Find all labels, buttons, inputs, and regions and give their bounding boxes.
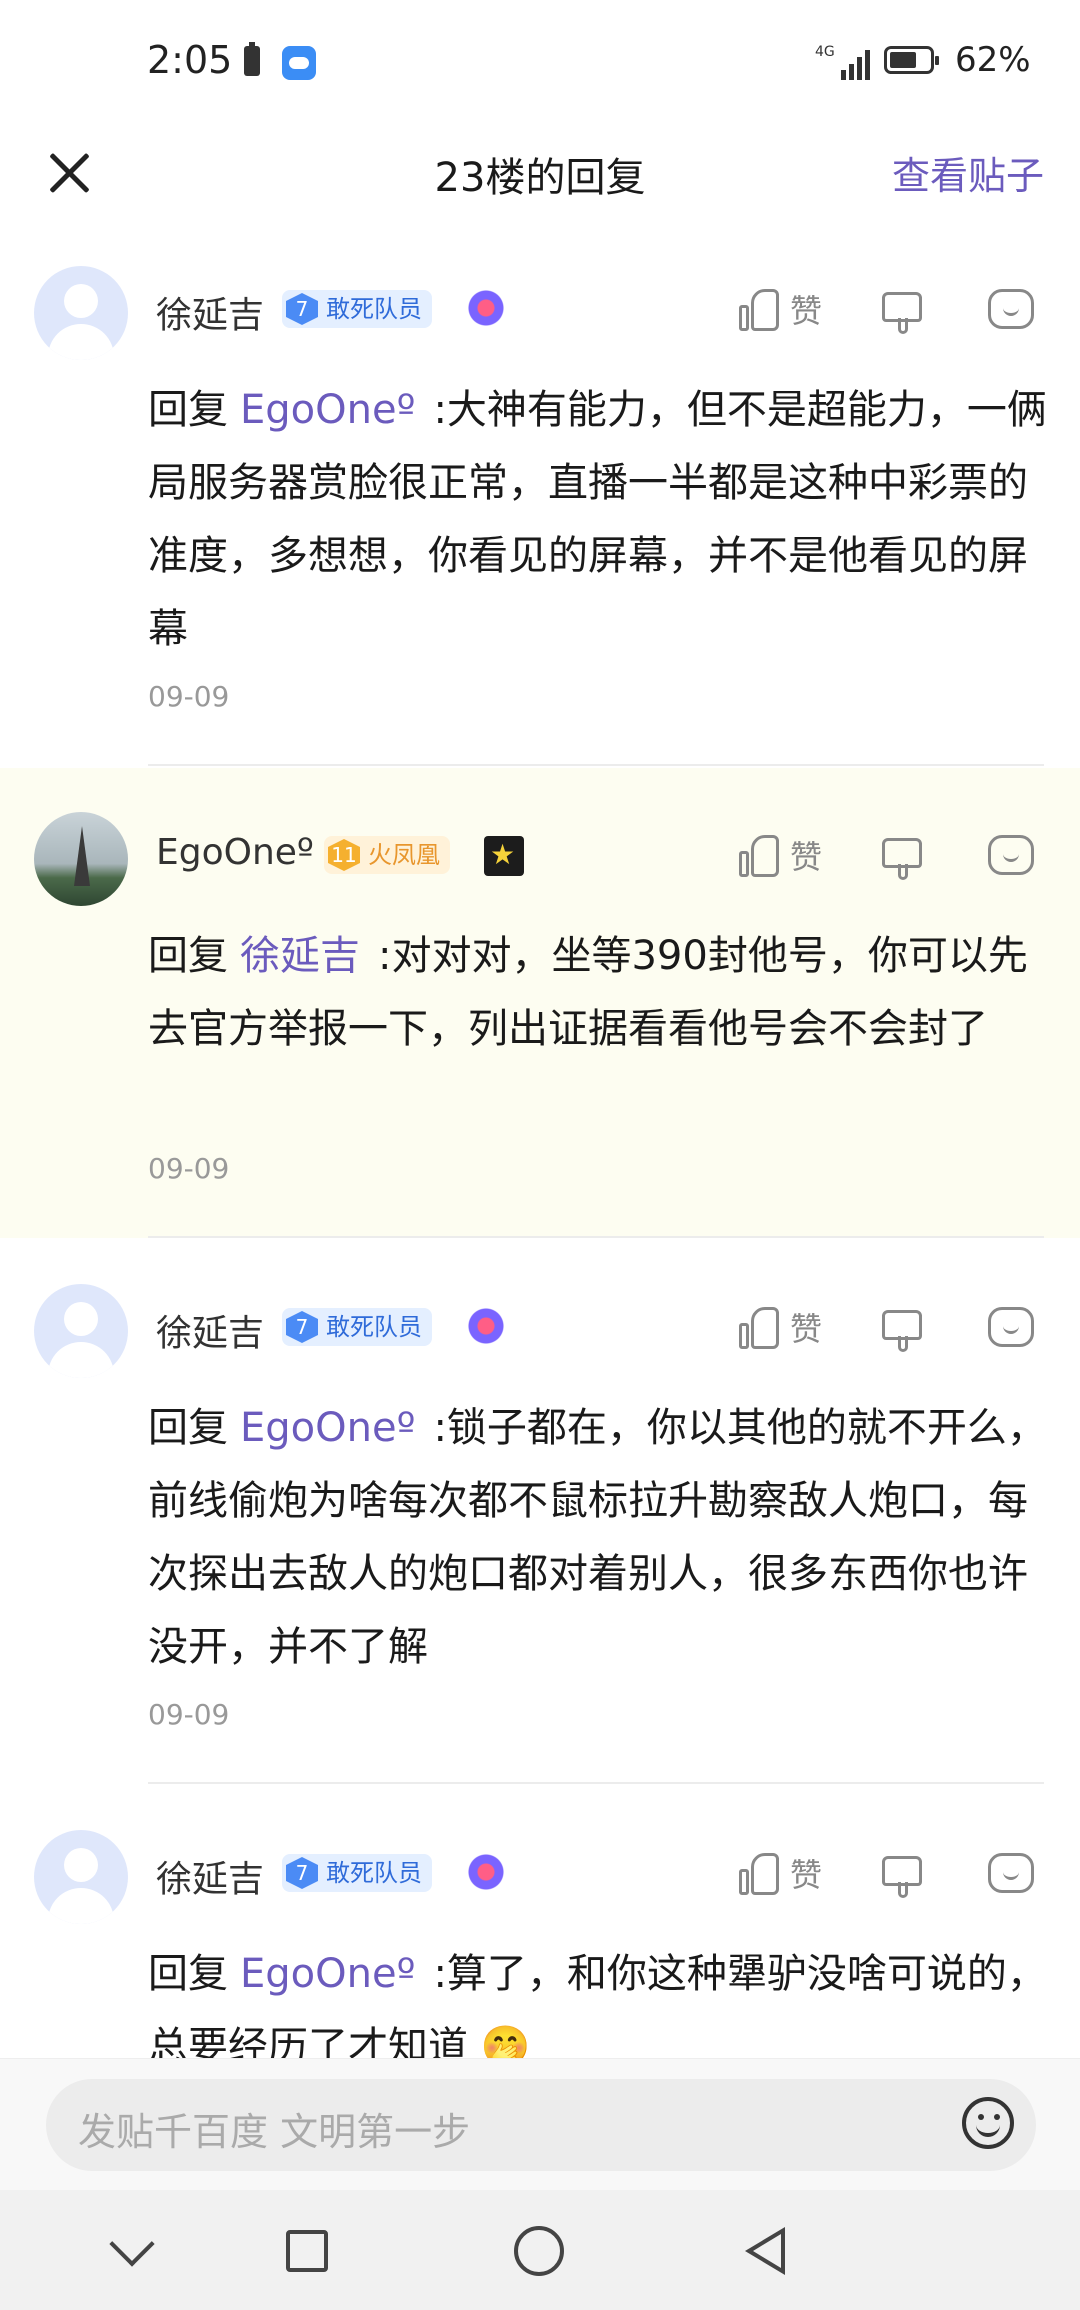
like-label[interactable]: 赞 [790, 286, 822, 332]
divider [148, 764, 1044, 766]
level-badge: 7 敢死队员 [282, 1854, 432, 1892]
reply-input[interactable]: 发贴千百度 文明第一步 [46, 2079, 1036, 2171]
badge-title: 敢死队员 [326, 295, 422, 323]
reply-icon[interactable] [988, 1307, 1034, 1347]
level-number: 7 [286, 1311, 318, 1343]
comment-body: 回复 EgoOneº:大神有能力，但不是超能力，一俩局服务器赏脸很正常，直播一半都… [148, 374, 1048, 666]
level-badge: 7 敢死队员 [282, 290, 432, 328]
avatar[interactable] [34, 1830, 128, 1924]
comment: 徐延吉 7 敢死队员 赞 回复 EgoOneº:锁子都在，你以其他的就不开么，前线偷… [0, 1280, 1080, 1785]
mention-link[interactable]: EgoOneº [240, 1405, 415, 1451]
battery-icon [884, 46, 939, 74]
level-badge: 11 火凤凰 [324, 836, 450, 874]
dislike-icon[interactable] [882, 292, 922, 334]
comment: 徐延吉 7 敢死队员 赞 回复 EgoOneº:大神有能力，但不是超能力，一俩局服务… [0, 262, 1080, 767]
battery-percent: 62% [955, 40, 1031, 80]
avatar[interactable] [34, 266, 128, 360]
cloud-icon [282, 46, 316, 80]
avatar[interactable] [34, 812, 128, 906]
reply-prefix: 回复 [148, 1951, 228, 1997]
avatar[interactable] [34, 1284, 128, 1378]
status-bar: 2:05 4G 62% [0, 0, 1080, 125]
comment: 徐延吉 7 敢死队员 赞 回复 EgoOneº:算了，和你这种犟驴没啥可说的，总要经… [0, 1826, 1080, 2058]
back-icon[interactable] [745, 2227, 785, 2275]
level-badge: 7 敢死队员 [282, 1308, 432, 1346]
comment-date: 09-09 [148, 680, 230, 713]
compose-bar: 发贴千百度 文明第一步 [0, 2058, 1080, 2191]
reply-input-placeholder: 发贴千百度 文明第一步 [78, 2110, 471, 2154]
level-number: 7 [286, 1857, 318, 1889]
medal-icon [466, 1308, 506, 1348]
level-number: 7 [286, 293, 318, 325]
mention-link[interactable]: EgoOneº [240, 387, 415, 433]
reply-icon[interactable] [988, 289, 1034, 329]
comment-body: 回复 EgoOneº:算了，和你这种犟驴没啥可说的，总要经历了才知道 🤭 [148, 1938, 1048, 2058]
like-icon[interactable] [739, 835, 779, 877]
username[interactable]: 徐延吉 [156, 1304, 264, 1356]
level-number: 11 [328, 839, 360, 871]
comment-date: 09-09 [148, 1698, 230, 1731]
system-nav-bar [0, 2190, 1080, 2310]
like-label[interactable]: 赞 [790, 832, 822, 878]
reply-prefix: 回复 [148, 387, 228, 433]
medal-icon [466, 1854, 506, 1894]
dislike-icon[interactable] [882, 838, 922, 880]
like-icon[interactable] [739, 1853, 779, 1895]
like-label[interactable]: 赞 [790, 1304, 822, 1350]
username[interactable]: EgoOneº [156, 832, 314, 873]
header: 23楼的回复 查看贴子 [0, 125, 1080, 240]
divider [148, 1236, 1044, 1238]
medal-icon [466, 290, 506, 330]
dislike-icon[interactable] [882, 1310, 922, 1352]
like-icon[interactable] [739, 1307, 779, 1349]
status-time: 2:05 [147, 38, 233, 82]
view-post-button[interactable]: 查看贴子 [892, 145, 1044, 200]
reply-icon[interactable] [988, 1853, 1034, 1893]
mention-link[interactable]: EgoOneº [240, 1951, 415, 1997]
mention-link[interactable]: 徐延吉 [240, 933, 360, 979]
username[interactable]: 徐延吉 [156, 286, 264, 338]
comment-body: 回复 EgoOneº:锁子都在，你以其他的就不开么，前线偷炮为啥每次都不鼠标拉升勘… [148, 1392, 1048, 1684]
dislike-icon[interactable] [882, 1856, 922, 1898]
comment: EgoOneº 11 火凤凰 赞 回复徐延吉:对对对，坐等390封他号，你可以先去… [0, 808, 1080, 1238]
reply-prefix: 回复 [148, 933, 228, 979]
like-label[interactable]: 赞 [790, 1850, 822, 1896]
medal-icon [484, 836, 524, 876]
network-type: 4G [815, 44, 835, 60]
emoji-icon[interactable] [962, 2097, 1014, 2149]
collapse-icon[interactable] [109, 2221, 155, 2267]
divider [148, 1782, 1044, 1784]
home-icon[interactable] [514, 2226, 564, 2276]
comment-body: 回复 徐延吉:对对对，坐等390封他号，你可以先去官方举报一下，列出证据看看他号会… [148, 920, 1048, 1066]
signal-icon: 4G [815, 44, 875, 80]
battery-saver-icon [244, 42, 260, 76]
reply-icon[interactable] [988, 835, 1034, 875]
comment-date: 09-09 [148, 1152, 230, 1185]
reply-prefix: 回复 [148, 1405, 228, 1451]
badge-title: 敢死队员 [326, 1859, 422, 1887]
like-icon[interactable] [739, 289, 779, 331]
username[interactable]: 徐延吉 [156, 1850, 264, 1902]
recents-icon[interactable] [286, 2230, 328, 2272]
badge-title: 火凤凰 [368, 841, 440, 869]
badge-title: 敢死队员 [326, 1313, 422, 1341]
